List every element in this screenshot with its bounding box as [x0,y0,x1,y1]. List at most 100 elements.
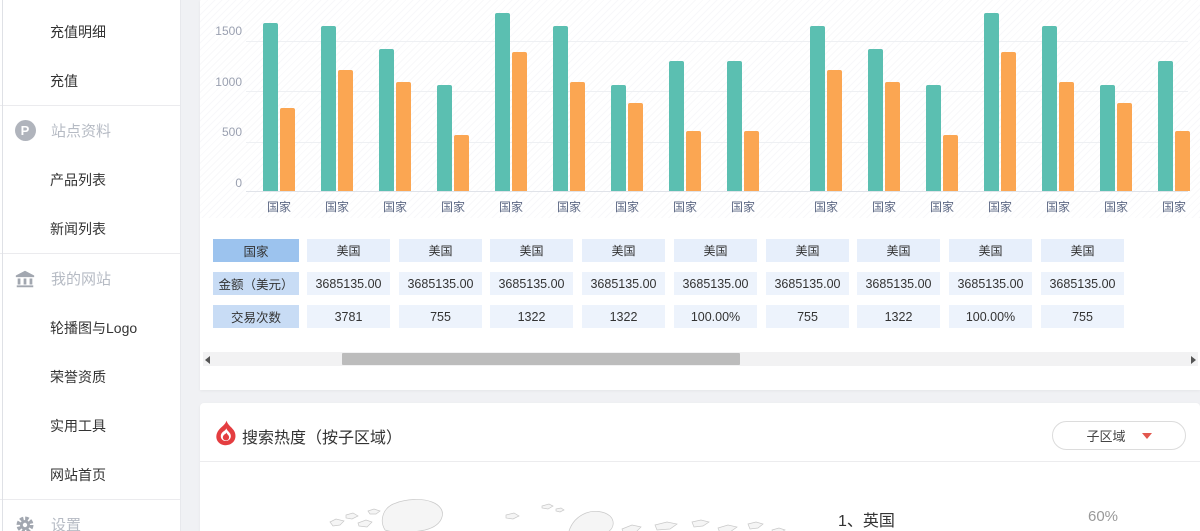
table-cell: 3685135.00 [674,272,757,295]
table-cell: 3685135.00 [1041,272,1124,295]
sidebar-group-header[interactable]: 我的网站 [0,254,180,303]
sidebar-item[interactable]: 充值 [0,71,78,91]
sidebar-group-label: 我的网站 [51,268,111,289]
bar-orange [827,70,842,191]
x-axis-category-label: 国家 [1096,198,1136,215]
sidebar-group-label: 设置 [51,514,81,531]
bar-orange [744,131,759,191]
table-cell: 3685135.00 [857,272,940,295]
country-bar-chart: 050010001500国家国家国家国家国家国家国家国家国家国家国家国家国家国家… [200,0,1200,218]
search-heat-card: 搜索热度（按子区域） 子区域 1、英国 60% [200,403,1200,531]
bar-orange [943,135,958,191]
x-axis-category-label: 国家 [607,198,647,215]
bar-orange [280,108,295,191]
scroll-left-icon[interactable] [205,356,210,364]
horizontal-scrollbar[interactable] [203,352,1198,366]
bar-orange [570,82,585,191]
table-column-header: 美国 [399,239,482,262]
bar-orange [1117,103,1132,191]
bar-teal [611,85,626,191]
table-cell: 3685135.00 [766,272,849,295]
table-column-header: 美国 [766,239,849,262]
sidebar-left-edge [2,0,3,531]
x-axis-category-label: 国家 [723,198,763,215]
bar-teal [437,85,452,191]
table-column-header: 美国 [857,239,940,262]
table-row-header: 金额（美元） [213,272,299,295]
x-axis-category-label: 国家 [491,198,531,215]
flame-icon [216,420,237,451]
table-cell: 755 [766,305,849,328]
ranking-item: 1、英国 60% [838,507,1138,531]
bar-teal [553,26,568,191]
y-axis-tick-label: 1500 [206,24,242,38]
sidebar-item[interactable]: 产品列表 [0,170,106,190]
sidebar-item[interactable]: 荣誉资质 [0,367,106,387]
bar-orange [454,135,469,191]
x-axis-category-label: 国家 [259,198,299,215]
bar-teal [1158,61,1173,191]
x-axis-category-label: 国家 [375,198,415,215]
table-column-header: 美国 [582,239,665,262]
table-cell: 1322 [857,305,940,328]
table-row-header: 国家 [213,239,299,262]
sidebar: 充值明细充值 P站点资料产品列表新闻列表我的网站轮播图与Logo 荣誉资质实用工具网… [0,0,181,531]
x-axis-category-label: 国家 [1154,198,1194,215]
bar-teal [263,23,278,191]
x-axis-category-label: 国家 [665,198,705,215]
bar-teal [984,13,999,191]
search-heat-header: 搜索热度（按子区域） 子区域 [200,403,1200,462]
world-map [310,495,790,531]
x-axis-category-label: 国家 [1038,198,1078,215]
x-axis-category-label: 国家 [317,198,357,215]
scroll-right-icon[interactable] [1191,356,1196,364]
ranking-label: 1、英国 [838,513,895,530]
bar-teal [1100,85,1115,191]
bar-teal [379,49,394,191]
sidebar-group-label: 站点资料 [51,120,111,141]
table-column-header: 美国 [949,239,1032,262]
table-cell: 1322 [490,305,573,328]
bar-teal [727,61,742,191]
bank-icon [14,268,36,290]
table-cell: 3685135.00 [307,272,390,295]
x-axis-category-label: 国家 [922,198,962,215]
sidebar-group-header[interactable]: 设置 [0,500,180,531]
table-cell: 3781 [307,305,390,328]
table-cell: 755 [1041,305,1124,328]
x-axis-category-label: 国家 [433,198,473,215]
bar-orange [396,82,411,191]
bar-teal [810,26,825,191]
bar-orange [338,70,353,191]
x-axis-category-label: 国家 [806,198,846,215]
chevron-down-icon [1142,433,1152,439]
sidebar-item[interactable]: 充值明细 [0,22,106,42]
scrollbar-thumb[interactable] [342,353,740,365]
sidebar-group-header[interactable]: P站点资料 [0,106,180,155]
table-cell: 100.00% [949,305,1032,328]
subregion-dropdown[interactable]: 子区域 [1052,421,1186,450]
sidebar-item[interactable]: 网站首页 [0,465,106,485]
bar-orange [1059,82,1074,191]
sidebar-item[interactable]: 新闻列表 [0,219,106,239]
sidebar-item[interactable]: 轮播图与Logo [0,318,137,338]
table-column-header: 美国 [490,239,573,262]
table-column-header: 美国 [674,239,757,262]
table-cell: 1322 [582,305,665,328]
bar-orange [628,103,643,191]
table-cell: 100.00% [674,305,757,328]
x-axis-line [246,191,1188,192]
table-column-header: 美国 [1041,239,1124,262]
x-axis-category-label: 国家 [980,198,1020,215]
table-cell: 3685135.00 [399,272,482,295]
table-cell: 3685135.00 [949,272,1032,295]
gear-icon [14,514,36,531]
y-axis-tick-label: 500 [206,125,242,139]
table-row-header: 交易次数 [213,305,299,328]
sidebar-item[interactable]: 实用工具 [0,416,106,436]
ranking-percent: 60% [1088,508,1118,525]
x-axis-category-label: 国家 [549,198,589,215]
table-cell: 3685135.00 [490,272,573,295]
table-cell: 3685135.00 [582,272,665,295]
statistics-card: 050010001500国家国家国家国家国家国家国家国家国家国家国家国家国家国家… [200,0,1200,390]
